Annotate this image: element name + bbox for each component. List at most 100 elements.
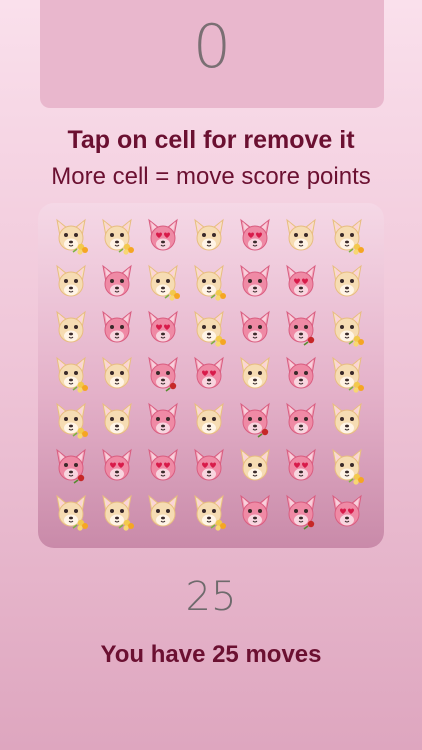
cream-dog-icon [235,354,275,394]
pink-dog-icon [235,492,275,532]
pink-dog-icon [281,400,321,440]
pink-dog-rose-icon [235,400,275,440]
pink-dog-hearts-icon [143,446,183,486]
board-cell[interactable] [140,259,186,305]
board-cell[interactable] [232,443,278,489]
board-cell[interactable] [278,351,324,397]
board-cell[interactable] [48,213,94,259]
board-cell[interactable] [48,259,94,305]
cream-dog-icon [189,400,229,440]
pink-dog-icon [281,354,321,394]
moves-counter: 25 [185,574,237,620]
score-value: 0 [192,12,232,82]
board-cell[interactable] [94,489,140,535]
board-cell[interactable] [140,213,186,259]
cream-dog-flowers-icon [327,354,367,394]
cream-dog-icon [97,400,137,440]
cream-dog-flowers-icon [51,216,91,256]
board-cell[interactable] [94,259,140,305]
board-cell[interactable] [140,397,186,443]
cream-dog-flowers-icon [51,492,91,532]
board-cell[interactable] [278,259,324,305]
pink-dog-hearts-icon [281,446,321,486]
board-cell[interactable] [186,259,232,305]
pink-dog-hearts-icon [189,354,229,394]
board-cell[interactable] [94,213,140,259]
board-cell[interactable] [232,305,278,351]
pink-dog-rose-icon [51,446,91,486]
cream-dog-flowers-icon [327,308,367,348]
board-cell[interactable] [324,397,370,443]
cream-dog-icon [143,492,183,532]
board-cell[interactable] [186,397,232,443]
cream-dog-icon [327,262,367,302]
cream-dog-icon [281,216,321,256]
board-cell[interactable] [324,305,370,351]
cream-dog-flowers-icon [143,262,183,302]
cream-dog-flowers-icon [51,400,91,440]
instruction-title: Tap on cell for remove it [67,126,355,154]
cream-dog-icon [97,354,137,394]
board-cell[interactable] [94,397,140,443]
board-cell[interactable] [140,443,186,489]
pink-dog-hearts-icon [327,492,367,532]
board-cell[interactable] [48,397,94,443]
board-cell[interactable] [324,213,370,259]
board-cell[interactable] [186,305,232,351]
board-cell[interactable] [324,489,370,535]
pink-dog-rose-icon [281,308,321,348]
board-cell[interactable] [48,305,94,351]
cream-dog-flowers-icon [189,262,229,302]
board-cell[interactable] [278,443,324,489]
cell-grid [48,213,370,535]
board-cell[interactable] [186,351,232,397]
board-cell[interactable] [278,305,324,351]
pink-dog-icon [235,262,275,302]
board-cell[interactable] [232,351,278,397]
score-panel: 0 [40,0,384,108]
cream-dog-flowers-icon [51,354,91,394]
board-cell[interactable] [232,489,278,535]
board-cell[interactable] [324,351,370,397]
game-board [38,203,384,548]
board-cell[interactable] [232,397,278,443]
instruction-subtitle: More cell = move score points [51,163,371,190]
pink-dog-icon [235,308,275,348]
cream-dog-icon [51,262,91,302]
board-cell[interactable] [324,259,370,305]
cream-dog-flowers-icon [327,216,367,256]
board-cell[interactable] [140,489,186,535]
board-cell[interactable] [186,489,232,535]
pink-dog-hearts-icon [97,446,137,486]
board-cell[interactable] [232,259,278,305]
cream-dog-flowers-icon [97,216,137,256]
board-cell[interactable] [48,443,94,489]
board-cell[interactable] [94,305,140,351]
board-cell[interactable] [278,489,324,535]
cream-dog-flowers-icon [327,446,367,486]
moves-label: You have 25 moves [100,641,322,668]
pink-dog-rose-icon [281,492,321,532]
cream-dog-flowers-icon [97,492,137,532]
board-cell[interactable] [140,305,186,351]
board-cell[interactable] [232,213,278,259]
board-cell[interactable] [48,351,94,397]
board-cell[interactable] [278,213,324,259]
cream-dog-icon [51,308,91,348]
cream-dog-icon [327,400,367,440]
pink-dog-hearts-icon [189,446,229,486]
cream-dog-icon [235,446,275,486]
board-cell[interactable] [186,213,232,259]
pink-dog-hearts-icon [235,216,275,256]
board-cell[interactable] [48,489,94,535]
board-cell[interactable] [94,351,140,397]
board-cell[interactable] [94,443,140,489]
board-cell[interactable] [324,443,370,489]
board-cell[interactable] [140,351,186,397]
board-cell[interactable] [278,397,324,443]
pink-dog-icon [97,262,137,302]
pink-dog-icon [97,308,137,348]
board-cell[interactable] [186,443,232,489]
pink-dog-rose-icon [143,354,183,394]
pink-dog-hearts-icon [281,262,321,302]
